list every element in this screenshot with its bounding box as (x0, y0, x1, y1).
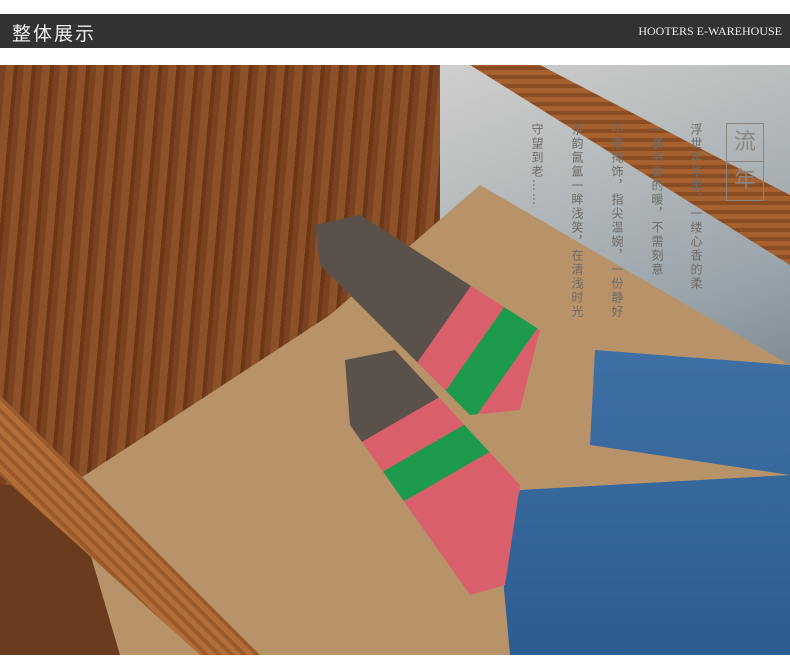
page: 整体展示 HOOTERS E-WAREHOUSE 流 年 浮世年华里，一缕心香的… (0, 0, 790, 661)
section-title: 整体展示 (12, 23, 97, 45)
stamp-char: 年 (733, 168, 756, 193)
poem-line: 不需掩饰，指尖温婉，一份静好 (610, 123, 624, 319)
poem-line: 守望到老…… (530, 123, 544, 207)
product-photo: 流 年 浮世年华里，一缕心香的柔 一袭书香的暖，不需刻意 不需掩饰，指尖温婉，一… (0, 65, 790, 655)
brand-name: HOOTERS E-WAREHOUSE (638, 24, 782, 38)
poem-stamp: 流 年 (726, 123, 764, 201)
stamp-char: 流 (727, 124, 763, 162)
poem-line: 茶韵氤氲一眸浅笑，在清浅时光 (570, 123, 584, 319)
poem-line: 一袭书香的暖，不需刻意 (650, 123, 664, 277)
section-header: 整体展示 HOOTERS E-WAREHOUSE (0, 14, 790, 48)
poem-line: 浮世年华里，一缕心香的柔 (689, 123, 703, 291)
